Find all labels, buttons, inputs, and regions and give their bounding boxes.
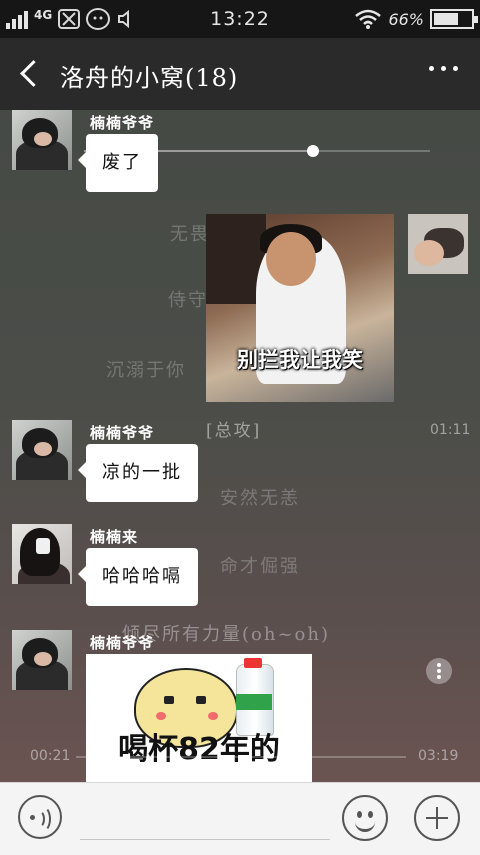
back-arrow-icon[interactable] [14,56,50,92]
self-avatar[interactable] [408,214,468,274]
message-input[interactable] [80,801,330,840]
battery-fill [434,13,458,25]
status-right: 66% [354,6,478,32]
avatar[interactable] [12,630,72,690]
avatar[interactable] [12,110,72,170]
input-bar [0,782,480,855]
chat-header: 洛舟的小窝(18) [0,38,480,110]
avatar[interactable] [12,524,72,584]
message-bubble[interactable]: 废了 [78,134,158,192]
message-bubble[interactable]: 哈哈哈嗝 [78,548,198,606]
lyric-line: 无畏 [170,224,210,245]
battery-percent: 66% [388,9,424,29]
sticker-message[interactable]: 喝杯82年的 [86,654,312,782]
sender-name: 楠楠来 [90,528,139,546]
sender-name: 楠楠爷爷 [90,634,155,652]
sender-name: 楠楠爷爷 [90,424,155,442]
wifi-icon [355,9,382,29]
lyric-line: 沉溺于你 [106,360,186,381]
lyric-line: 命才倔强 [220,556,300,577]
video-progress-knob[interactable] [307,145,319,157]
lyric-line: 侍守 [168,290,208,311]
sender-name: 楠楠爷爷 [90,114,155,132]
video-time-end: 03:19 [418,748,459,764]
battery-icon [430,9,478,29]
avatar[interactable] [12,420,72,480]
emoji-icon[interactable] [342,795,388,841]
video-options-icon[interactable] [426,658,452,684]
plus-icon[interactable] [414,795,460,841]
status-bar: 4G 13:22 66% [0,0,480,38]
video-time-top: 01:11 [430,422,471,438]
sticker-caption: 别拦我让我笑 [237,348,363,372]
more-dots-icon[interactable] [429,66,458,71]
voice-icon[interactable] [18,795,62,839]
sticker-message[interactable]: 别拦我让我笑 [206,214,394,402]
video-time-start: 00:21 [30,748,71,764]
video-progress-bottom [76,756,406,758]
lyric-line: 安然无恙 [220,488,300,509]
chat-title: 洛舟的小窝(18) [60,64,239,92]
sticker-caption: 喝杯82年的 [118,732,280,767]
message-bubble[interactable]: 凉的一批 [78,444,198,502]
lyric-line: [总攻] [206,421,262,441]
chat-area[interactable]: 无畏 侍守 沉溺于你 [总攻] 01:11 安然无恙 命才倔强 倾尽所有力量(o… [0,110,480,782]
